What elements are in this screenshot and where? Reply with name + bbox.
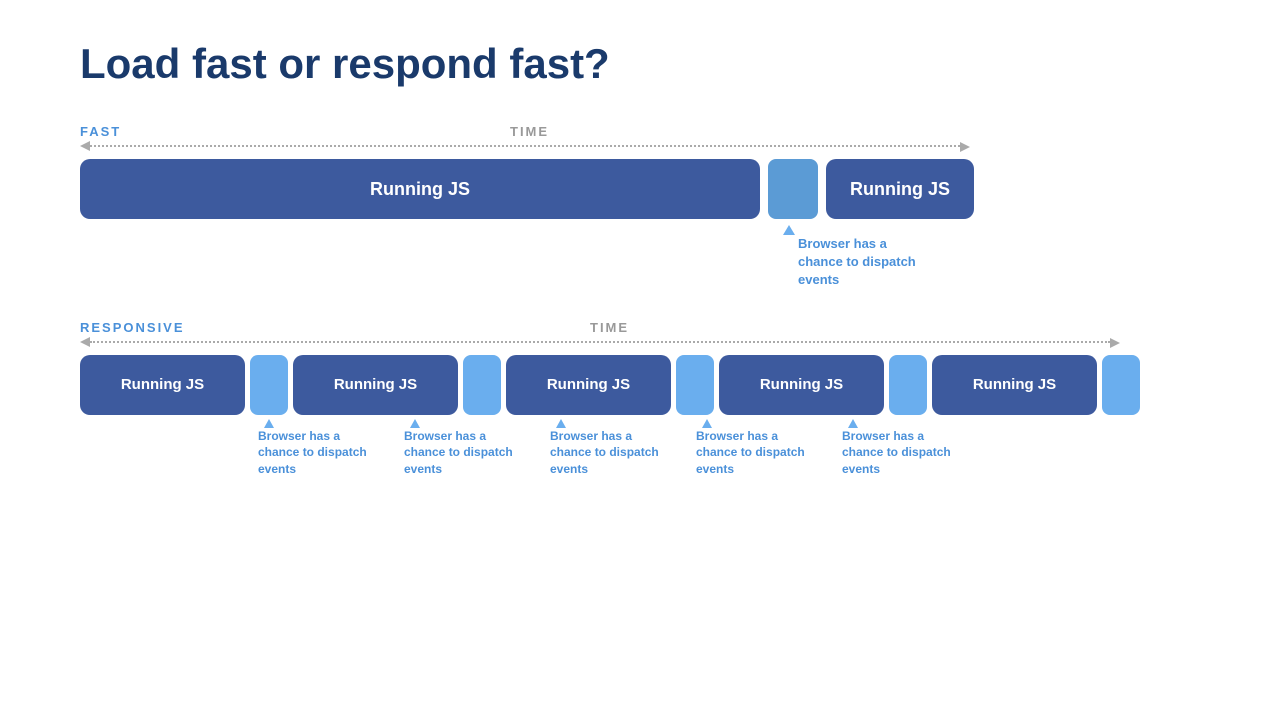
resp-ann-text-5: Browser has a chance to dispatch events <box>842 428 962 478</box>
resp-running-js-1: Running JS <box>80 355 245 415</box>
fast-dotted-line <box>90 145 960 147</box>
resp-ann-arrow-2 <box>391 419 439 428</box>
page-title: Load fast or respond fast? <box>80 40 1196 88</box>
responsive-blocks-row: Running JS Running JS Running JS Running… <box>80 355 1196 415</box>
responsive-section-header: RESPONSIVE TIME <box>80 320 1196 335</box>
resp-ann-text-1: Browser has a chance to dispatch events <box>258 428 378 478</box>
fast-label: FAST <box>80 124 200 139</box>
resp-running-js-5: Running JS <box>932 355 1097 415</box>
resp-ann-label-1: Browser has a chance to dispatch events <box>258 428 378 478</box>
responsive-timeline-arrow <box>80 337 1196 347</box>
resp-gap-4 <box>889 355 927 415</box>
resp-gap-2 <box>463 355 501 415</box>
fast-gap-block <box>768 159 818 219</box>
responsive-section: RESPONSIVE TIME Running JS Running JS Ru… <box>80 320 1196 478</box>
resp-ann-arrow-3 <box>537 419 585 428</box>
resp-ann-label-2: Browser has a chance to dispatch events <box>404 428 524 478</box>
responsive-arrow-left-icon <box>80 337 90 347</box>
fast-timeline-arrow <box>80 141 1196 151</box>
resp-ann-label-4: Browser has a chance to dispatch events <box>696 428 816 478</box>
fast-time-label: TIME <box>510 124 549 139</box>
resp-ann-arrow-icon-3 <box>556 419 566 428</box>
resp-ann-text-2: Browser has a chance to dispatch events <box>404 428 524 478</box>
resp-ann-arrow-icon-1 <box>264 419 274 428</box>
responsive-annotations-row: Browser has a chance to dispatch events … <box>80 419 1196 478</box>
fast-running-js-small: Running JS <box>826 159 974 219</box>
resp-ann-arrow-icon-4 <box>702 419 712 428</box>
resp-gap-5 <box>1102 355 1140 415</box>
fast-annotation-spacer <box>80 225 760 290</box>
responsive-time-label: TIME <box>590 320 629 335</box>
responsive-dotted-line <box>90 341 1110 343</box>
resp-running-js-4: Running JS <box>719 355 884 415</box>
resp-ann-label-3: Browser has a chance to dispatch events <box>550 428 670 478</box>
resp-ann-arrow-5 <box>829 419 877 428</box>
fast-running-js-large: Running JS <box>80 159 760 219</box>
fast-blocks-row: Running JS Running JS <box>80 159 1196 219</box>
fast-section: FAST TIME Running JS Running JS Browser … <box>80 124 1196 290</box>
fast-annotation-arrow-icon <box>783 225 795 235</box>
resp-gap-1 <box>250 355 288 415</box>
resp-ann-label-5: Browser has a chance to dispatch events <box>842 428 962 478</box>
resp-ann-text-4: Browser has a chance to dispatch events <box>696 428 816 478</box>
resp-ann-arrow-1 <box>245 419 293 428</box>
resp-ann-text-3: Browser has a chance to dispatch events <box>550 428 670 478</box>
resp-running-js-2: Running JS <box>293 355 458 415</box>
resp-ann-arrow-icon-5 <box>848 419 858 428</box>
fast-arrow-left-icon <box>80 141 90 151</box>
resp-ann-arrow-4 <box>683 419 731 428</box>
responsive-label: RESPONSIVE <box>80 320 220 335</box>
fast-section-header: FAST TIME <box>80 124 1196 139</box>
fast-annotation-text-container: Browser has a chance to dispatch events <box>798 235 928 290</box>
resp-ann-arrow-icon-2 <box>410 419 420 428</box>
fast-annotation-container: Browser has a chance to dispatch events <box>80 225 1196 290</box>
resp-running-js-3: Running JS <box>506 355 671 415</box>
fast-annotation-text: Browser has a chance to dispatch events <box>798 235 928 290</box>
resp-gap-3 <box>676 355 714 415</box>
